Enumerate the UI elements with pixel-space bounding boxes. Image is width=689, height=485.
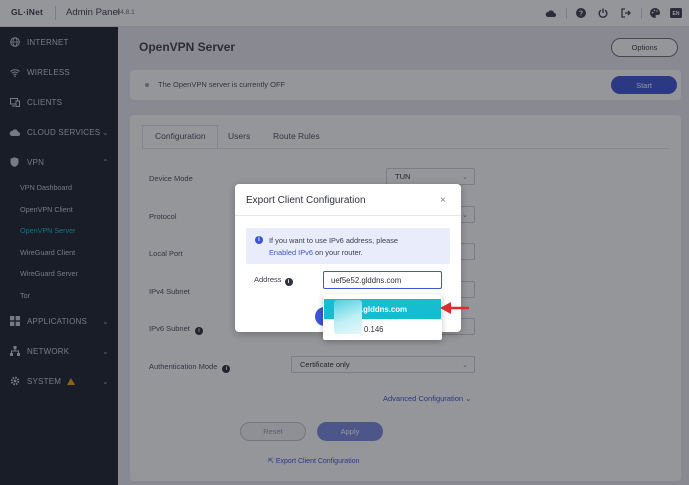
info-text-prefix: If you want to use IPv6 address, please: [269, 236, 399, 245]
modal-divider: [235, 215, 461, 216]
address-input[interactable]: uef5e52.glddns.com: [323, 271, 442, 289]
info-text-suffix: on your router.: [315, 247, 363, 257]
modal-title: Export Client Configuration: [246, 195, 366, 206]
annotation-arrow-icon: [440, 302, 469, 314]
info-icon: i: [284, 278, 293, 286]
enable-ipv6-link[interactable]: Enabled IPv6: [269, 248, 313, 257]
info-icon: i: [255, 236, 263, 244]
address-label: Address i: [254, 275, 293, 286]
ipv6-info-box: i If you want to use IPv6 address, pleas…: [246, 228, 450, 264]
redaction-blur: [334, 300, 362, 334]
close-icon[interactable]: ×: [440, 195, 446, 206]
address-label-text: Address: [254, 275, 282, 284]
info-text: If you want to use IPv6 address, please …: [269, 235, 444, 258]
